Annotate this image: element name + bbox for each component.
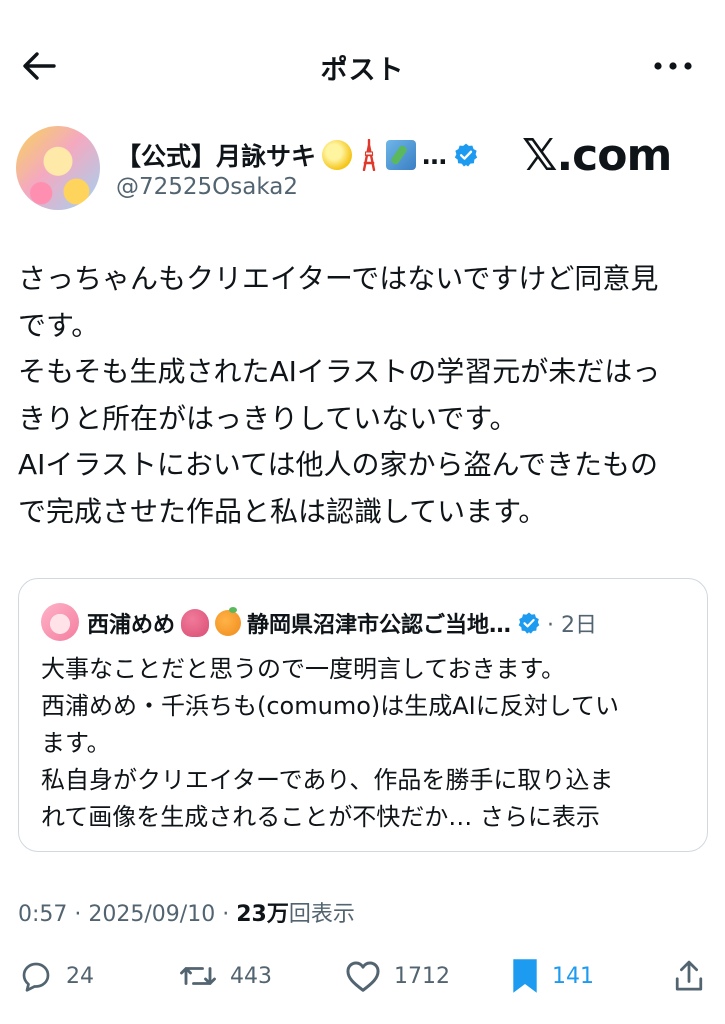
quoted-author-row: 西浦めめ 静岡県沼津市公認ご当地… · 2日 xyxy=(87,605,597,641)
x-com-watermark: 𝕏.com xyxy=(522,130,672,181)
post-text-line: きりと所在がはっきりしていないです。 xyxy=(18,401,518,435)
post-date: 2025/09/10 xyxy=(88,902,216,927)
comment-icon xyxy=(22,962,50,992)
meta-separator: · xyxy=(222,902,237,927)
octopus-emoji-icon xyxy=(181,609,210,637)
quoted-author-avatar xyxy=(41,603,79,641)
tokyo-tower-emoji-icon xyxy=(362,139,376,171)
quoted-post-card[interactable]: 西浦めめ 静岡県沼津市公認ご当地… · 2日 大事なことだと思うので一度明言して… xyxy=(18,578,708,852)
heart-icon xyxy=(346,961,380,992)
reply-button[interactable]: 24 xyxy=(18,950,94,1002)
moon-emoji-icon xyxy=(322,140,353,170)
views-count: 23万 xyxy=(236,902,289,927)
like-count: 1712 xyxy=(394,963,450,989)
japan-map-emoji-icon xyxy=(386,140,417,170)
repost-button[interactable]: 443 xyxy=(178,950,272,1002)
meta-separator: · xyxy=(74,902,89,927)
top-bar: ポスト xyxy=(0,0,725,130)
page-title: ポスト xyxy=(320,55,405,86)
share-button[interactable] xyxy=(672,950,706,1002)
share-icon xyxy=(675,960,703,991)
action-bar: 24 443 1712 141 xyxy=(0,950,725,1002)
author-name-row[interactable]: 【公式】月詠サキ … xyxy=(116,138,479,172)
author-handle[interactable]: @72525Osaka2 xyxy=(116,174,298,200)
post-meta: 0:57 · 2025/09/10 · 23万回表示 xyxy=(18,896,355,928)
quoted-text-truncated: れて画像を生成されることが不快だか… xyxy=(41,803,480,831)
views-label: 回表示 xyxy=(288,902,355,927)
quoted-post-time: · 2日 xyxy=(547,613,598,638)
reply-count: 24 xyxy=(66,963,94,989)
author-display-name: 【公式】月詠サキ xyxy=(116,142,317,171)
post-text-line: で完成させた作品と私は認識しています。 xyxy=(18,494,547,528)
verified-badge-icon xyxy=(518,612,540,634)
quoted-author-name: 西浦めめ xyxy=(87,613,176,638)
bookmark-button[interactable]: 141 xyxy=(510,950,594,1002)
orange-emoji-icon xyxy=(215,607,242,636)
like-button[interactable]: 1712 xyxy=(344,950,450,1002)
post-text: さっちゃんもクリエイターではないですけど同意見 です。 そもそも生成されたAIイ… xyxy=(18,256,708,535)
post-text-line: さっちゃんもクリエイターではないですけど同意見 xyxy=(18,262,659,295)
quoted-text-line: ます。 xyxy=(41,729,111,757)
post-text-line: そもそも生成されたAIイラストの学習元が未だはっ xyxy=(18,355,661,388)
post-text-line: AIイラストにおいては他人の家から盗んできたもの xyxy=(18,448,659,481)
bookmark-count: 141 xyxy=(552,963,594,989)
quoted-author-name-suffix: 静岡県沼津市公認ご当地… xyxy=(247,613,512,638)
quoted-text-line: 私自身がクリエイターであり、作品を勝手に取り込ま xyxy=(41,766,614,794)
quoted-post-text: 大事なことだと思うので一度明言しておきます。 西浦めめ・千浜ちも(comumo)… xyxy=(41,651,691,836)
quoted-text-line: 西浦めめ・千浜ちも(comumo)は生成AIに反対してい xyxy=(41,692,620,720)
repost-icon xyxy=(180,967,216,985)
quoted-text-line-last: れて画像を生成されることが不快だか… さらに表示 xyxy=(41,799,691,836)
repost-count: 443 xyxy=(230,963,272,989)
more-horizontal-icon xyxy=(654,62,692,70)
verified-badge-icon xyxy=(454,143,478,167)
bookmark-filled-icon xyxy=(513,959,537,993)
show-more-link[interactable]: さらに表示 xyxy=(480,803,600,831)
author-avatar[interactable] xyxy=(16,126,100,210)
more-button[interactable] xyxy=(648,50,698,82)
post-text-line: です。 xyxy=(18,308,100,342)
quoted-text-line: 大事なことだと思うので一度明言しておきます。 xyxy=(41,655,566,683)
post-time: 0:57 xyxy=(18,902,68,927)
name-ellipsis: … xyxy=(422,140,448,170)
